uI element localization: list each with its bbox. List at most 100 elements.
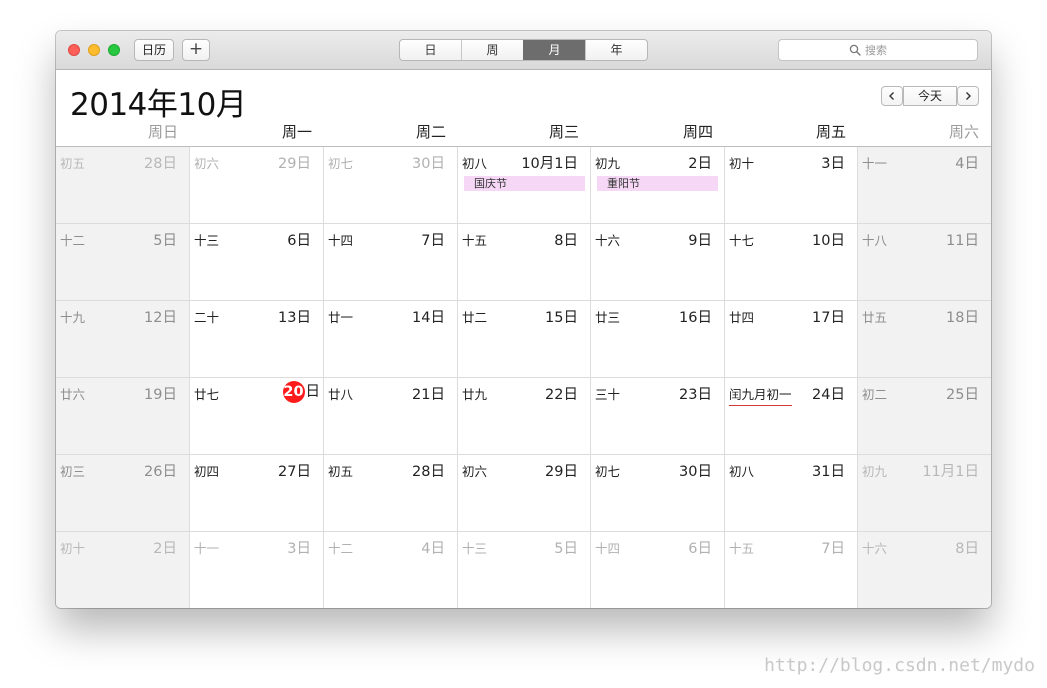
day-cell[interactable]: 十五 8日 — [458, 224, 591, 301]
view-day-tab[interactable]: 日 — [400, 40, 461, 60]
view-month-tab[interactable]: 月 — [523, 40, 585, 60]
holiday-event[interactable]: 国庆节 — [464, 176, 585, 191]
day-cell[interactable]: 初六 29日 — [190, 147, 324, 224]
search-input[interactable] — [865, 42, 965, 58]
day-cell[interactable]: 十二 5日 — [56, 224, 190, 301]
day-number: 31日 — [812, 464, 845, 480]
chevron-right-icon — [966, 92, 971, 100]
day-number: 10日 — [812, 233, 845, 249]
day-cell[interactable]: 初八 10月1日 国庆节 — [458, 147, 591, 224]
day-cell[interactable]: 初二 25日 — [858, 378, 991, 455]
calendar-window: 日历 + 日 周 月 年 2014年10月 今天 周日周一周二周三周四周五周六 … — [56, 31, 991, 608]
day-number: 30日 — [679, 464, 712, 480]
lunar-date: 十八 — [862, 233, 888, 248]
lunar-date: 十二 — [60, 233, 86, 248]
day-cell[interactable]: 十四 7日 — [324, 224, 458, 301]
day-cell[interactable]: 初三 26日 — [56, 455, 190, 532]
day-cell[interactable]: 初十 2日 — [56, 532, 190, 608]
day-cell[interactable]: 十七 10日 — [725, 224, 858, 301]
title-bar: 日历 + 日 周 月 年 — [56, 31, 991, 70]
zoom-button[interactable] — [108, 44, 120, 56]
day-cell[interactable]: 初九 2日 重阳节 — [591, 147, 725, 224]
day-cell[interactable]: 二十 13日 — [190, 301, 324, 378]
view-week-tab[interactable]: 周 — [461, 40, 523, 60]
day-cell[interactable]: 初十 3日 — [725, 147, 858, 224]
day-cell[interactable]: 十四 6日 — [591, 532, 725, 608]
lunar-date: 十三 — [194, 233, 220, 248]
day-cell[interactable]: 廿四 17日 — [725, 301, 858, 378]
day-cell-today[interactable]: 廿七 20 日 — [190, 378, 324, 455]
weekday-label: 周五 — [815, 123, 846, 141]
day-cell[interactable]: 廿二 15日 — [458, 301, 591, 378]
day-cell[interactable]: 十三 5日 — [458, 532, 591, 608]
day-cell[interactable]: 初七 30日 — [324, 147, 458, 224]
lunar-date: 初十 — [729, 156, 755, 171]
day-number: 8日 — [554, 233, 578, 249]
day-cell[interactable]: 廿五 18日 — [858, 301, 991, 378]
day-cell[interactable]: 三十 23日 — [591, 378, 725, 455]
day-cell[interactable]: 廿九 22日 — [458, 378, 591, 455]
day-number: 24日 — [812, 387, 845, 403]
day-cell[interactable]: 初七 30日 — [591, 455, 725, 532]
day-number: 16日 — [679, 310, 712, 326]
minimize-button[interactable] — [88, 44, 100, 56]
day-cell[interactable]: 十六 8日 — [858, 532, 991, 608]
lunar-date: 初四 — [194, 464, 220, 479]
day-cell[interactable]: 闰九月初一 24日 — [725, 378, 858, 455]
day-cell[interactable]: 初五 28日 — [324, 455, 458, 532]
day-cell[interactable]: 十二 4日 — [324, 532, 458, 608]
day-cell[interactable]: 初八 31日 — [725, 455, 858, 532]
day-number: 3日 — [287, 541, 311, 557]
day-cell[interactable]: 十一 4日 — [858, 147, 991, 224]
day-number: 29日 — [278, 156, 311, 172]
day-number: 11日 — [946, 233, 979, 249]
add-event-button[interactable]: + — [182, 39, 210, 61]
lunar-date: 初六 — [462, 464, 488, 479]
day-cell[interactable]: 十三 6日 — [190, 224, 324, 301]
day-number: 17日 — [812, 310, 845, 326]
day-cell[interactable]: 初五 28日 — [56, 147, 190, 224]
weekday-label: 周三 — [548, 123, 579, 141]
lunar-date: 廿五 — [862, 310, 888, 325]
today-button[interactable]: 今天 — [903, 86, 957, 106]
view-year-tab[interactable]: 年 — [585, 40, 647, 60]
search-icon — [849, 44, 861, 56]
lunar-date: 廿一 — [328, 310, 354, 325]
day-number: 29日 — [545, 464, 578, 480]
day-number: 14日 — [412, 310, 445, 326]
day-cell[interactable]: 廿六 19日 — [56, 378, 190, 455]
lunar-date: 初七 — [328, 156, 354, 171]
day-cell[interactable]: 十一 3日 — [190, 532, 324, 608]
day-number: 15日 — [545, 310, 578, 326]
day-cell[interactable]: 十九 12日 — [56, 301, 190, 378]
previous-month-button[interactable] — [881, 86, 903, 106]
lunar-date: 廿三 — [595, 310, 621, 325]
day-cell[interactable]: 十六 9日 — [591, 224, 725, 301]
lunar-date: 初六 — [194, 156, 220, 171]
next-month-button[interactable] — [957, 86, 979, 106]
weekday-label: 周六 — [948, 123, 979, 141]
day-cell[interactable]: 十五 7日 — [725, 532, 858, 608]
day-suffix: 日 — [305, 384, 321, 400]
day-cell[interactable]: 十八 11日 — [858, 224, 991, 301]
lunar-date: 初七 — [595, 464, 621, 479]
close-button[interactable] — [68, 44, 80, 56]
day-number: 25日 — [946, 387, 979, 403]
calendars-button[interactable]: 日历 — [134, 39, 174, 61]
day-cell[interactable]: 初九 11月1日 — [858, 455, 991, 532]
day-cell[interactable]: 廿三 16日 — [591, 301, 725, 378]
day-cell[interactable]: 初六 29日 — [458, 455, 591, 532]
day-number: 10月1日 — [521, 156, 578, 172]
day-cell[interactable]: 廿一 14日 — [324, 301, 458, 378]
lunar-date: 十六 — [595, 233, 621, 248]
day-cell[interactable]: 廿八 21日 — [324, 378, 458, 455]
month-grid: 初五 28日 初六 29日 初七 30日 初八 10月1日 国庆节 初九 2日 重阳节 初十 3日 十一 4日… — [56, 146, 991, 608]
lunar-date: 十一 — [194, 541, 220, 556]
lunar-date: 十五 — [729, 541, 755, 556]
holiday-event[interactable]: 重阳节 — [597, 176, 718, 191]
day-number: 5日 — [153, 233, 177, 249]
day-cell[interactable]: 初四 27日 — [190, 455, 324, 532]
search-box[interactable] — [778, 39, 978, 61]
lunar-date: 十二 — [328, 541, 354, 556]
day-number: 6日 — [688, 541, 712, 557]
